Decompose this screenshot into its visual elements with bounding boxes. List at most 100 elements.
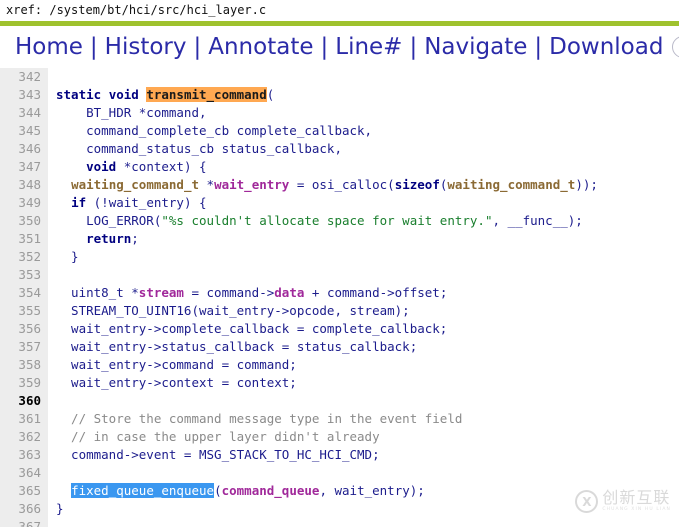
- code-token: // Store the command message type in the…: [56, 411, 463, 426]
- source-code-viewer[interactable]: 342 343 static void transmit_command(344 B…: [0, 68, 679, 527]
- code-token: , __func__);: [492, 213, 583, 228]
- code-token: = command->: [183, 285, 275, 300]
- line-number[interactable]: 348: [0, 176, 48, 194]
- code-line: 366}: [0, 500, 679, 518]
- line-number[interactable]: 360: [0, 392, 48, 410]
- code-token: void: [86, 159, 117, 174]
- code-token: wait_entry->complete_callback = complete…: [56, 321, 448, 336]
- line-number[interactable]: 354: [0, 284, 48, 302]
- code-line: 365 fixed_queue_enqueue(command_queue, w…: [0, 482, 679, 500]
- code-line-text: command->event = MSG_STACK_TO_HC_HCI_CMD…: [48, 446, 380, 464]
- code-line-text: }: [48, 248, 79, 266]
- line-number[interactable]: 346: [0, 140, 48, 158]
- nav-link-download[interactable]: Download: [548, 35, 664, 59]
- code-token: void: [108, 87, 147, 102]
- code-line-text: waiting_command_t *wait_entry = osi_call…: [48, 176, 598, 194]
- xref-header: xref: /system/bt/hci/src/hci_layer.c: [0, 0, 679, 21]
- nav-separator: |: [534, 33, 543, 60]
- xref-file-path[interactable]: /system/bt/hci/src/hci_layer.c: [49, 3, 266, 17]
- line-number[interactable]: 345: [0, 122, 48, 140]
- code-line-text: fixed_queue_enqueue(command_queue, wait_…: [48, 482, 425, 500]
- code-token: static: [56, 87, 109, 102]
- code-line-text: [48, 392, 56, 410]
- code-token: waiting_command_t: [71, 177, 199, 192]
- line-number[interactable]: 351: [0, 230, 48, 248]
- code-line: 361 // Store the command message type in…: [0, 410, 679, 428]
- code-line-text: // Store the command message type in the…: [48, 410, 462, 428]
- code-token: waiting_command_t: [447, 177, 576, 192]
- code-token: uint8_t *: [56, 285, 139, 300]
- code-token: (: [266, 87, 275, 102]
- code-token: ));: [575, 177, 598, 192]
- code-line-text: command_status_cb status_callback,: [48, 140, 342, 158]
- code-token[interactable]: fixed_queue_enqueue: [71, 483, 215, 498]
- code-token: data: [274, 285, 305, 300]
- code-token: "%s couldn't allocate space for wait ent…: [161, 213, 493, 228]
- code-token: *context) {: [116, 159, 207, 174]
- line-number[interactable]: 359: [0, 374, 48, 392]
- code-token: (: [214, 483, 222, 498]
- code-token: wait_entry: [214, 177, 290, 192]
- nav-link-home[interactable]: Home: [14, 35, 84, 59]
- code-token: + command->offset;: [304, 285, 448, 300]
- nav-separator: |: [320, 33, 329, 60]
- code-line-text: wait_entry->complete_callback = complete…: [48, 320, 447, 338]
- code-line-text: wait_entry->status_callback = status_cal…: [48, 338, 417, 356]
- line-number[interactable]: 367: [0, 518, 48, 527]
- code-token: command_complete_cb complete_callback,: [56, 123, 373, 138]
- line-number[interactable]: 365: [0, 482, 48, 500]
- line-number[interactable]: 344: [0, 104, 48, 122]
- nav-link-history[interactable]: History: [104, 35, 188, 59]
- code-token: if: [71, 195, 87, 210]
- line-number[interactable]: 362: [0, 428, 48, 446]
- line-number[interactable]: 347: [0, 158, 48, 176]
- line-number[interactable]: 364: [0, 464, 48, 482]
- line-number[interactable]: 366: [0, 500, 48, 518]
- code-line-text: static void transmit_command(: [48, 86, 274, 104]
- code-line-text: [48, 68, 56, 86]
- code-line-text: [48, 518, 56, 527]
- code-token: STREAM_TO_UINT16(wait_entry->opcode, str…: [56, 303, 410, 318]
- nav-link-line-number[interactable]: Line#: [334, 35, 403, 59]
- line-number[interactable]: 353: [0, 266, 48, 284]
- code-line: 347 void *context) {: [0, 158, 679, 176]
- line-number[interactable]: 355: [0, 302, 48, 320]
- code-line-text: LOG_ERROR("%s couldn't allocate space fo…: [48, 212, 583, 230]
- code-line: 357 wait_entry->status_callback = status…: [0, 338, 679, 356]
- line-number[interactable]: 358: [0, 356, 48, 374]
- nav-link-annotate[interactable]: Annotate: [207, 35, 314, 59]
- line-number[interactable]: 356: [0, 320, 48, 338]
- code-line: 353: [0, 266, 679, 284]
- code-token: wait_entry->context = context;: [56, 375, 297, 390]
- code-line: 364: [0, 464, 679, 482]
- line-number[interactable]: 343: [0, 86, 48, 104]
- code-token: *: [199, 177, 215, 192]
- code-token: }: [56, 501, 64, 516]
- code-line: 342: [0, 68, 679, 86]
- navigation-bar: Home | History | Annotate | Line# | Navi…: [0, 26, 679, 68]
- search-input[interactable]: [672, 36, 679, 58]
- line-number[interactable]: 352: [0, 248, 48, 266]
- code-token: command_queue: [221, 483, 320, 498]
- code-token[interactable]: transmit_command: [146, 87, 267, 102]
- code-line: 356 wait_entry->complete_callback = comp…: [0, 320, 679, 338]
- line-number[interactable]: 363: [0, 446, 48, 464]
- nav-link-navigate[interactable]: Navigate: [423, 35, 528, 59]
- code-line: 363 command->event = MSG_STACK_TO_HC_HCI…: [0, 446, 679, 464]
- code-line-text: void *context) {: [48, 158, 207, 176]
- code-line: 343 static void transmit_command(: [0, 86, 679, 104]
- line-number[interactable]: 349: [0, 194, 48, 212]
- code-line-text: [48, 266, 56, 284]
- line-number[interactable]: 350: [0, 212, 48, 230]
- code-token: (!wait_entry) {: [86, 195, 207, 210]
- line-number[interactable]: 342: [0, 68, 48, 86]
- code-token: wait_entry->command = command;: [56, 357, 297, 372]
- code-line: 349 if (!wait_entry) {: [0, 194, 679, 212]
- code-line: 355 STREAM_TO_UINT16(wait_entry->opcode,…: [0, 302, 679, 320]
- line-number[interactable]: 361: [0, 410, 48, 428]
- code-line: 360: [0, 392, 679, 410]
- line-number[interactable]: 357: [0, 338, 48, 356]
